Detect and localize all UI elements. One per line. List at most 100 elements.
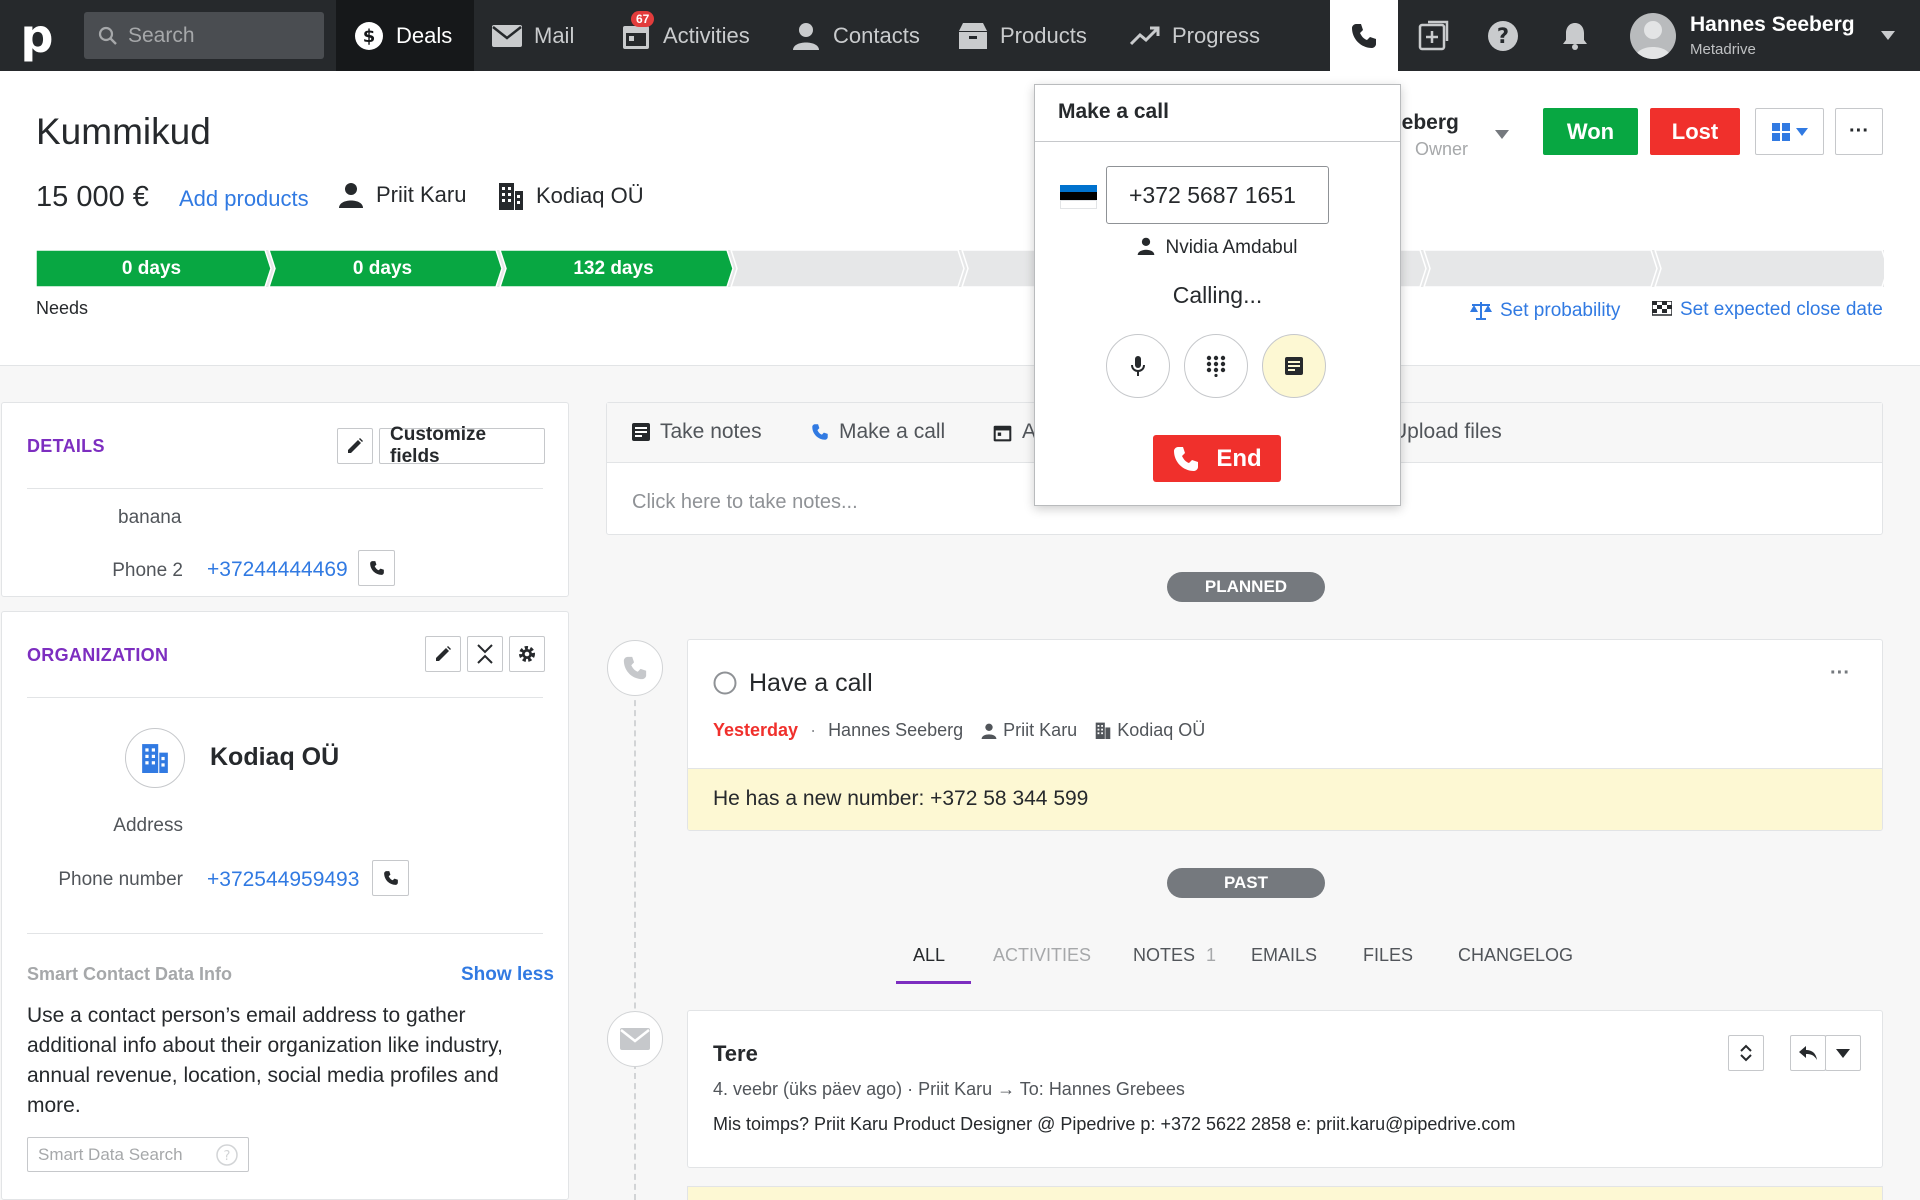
- deal-person[interactable]: Priit Karu: [338, 182, 466, 208]
- tab-upload-files[interactable]: Upload files: [1392, 420, 1502, 444]
- make-call-popup: Make a call +372 5687 1651 Nvidia Amdabu…: [1034, 84, 1401, 506]
- call-phone-number-button[interactable]: [372, 860, 409, 896]
- user-name: Hannes Seeberg: [1690, 13, 1855, 36]
- grid-icon: [1771, 122, 1790, 141]
- view-switch-button[interactable]: [1755, 108, 1824, 155]
- chevron-down-icon: [1795, 127, 1808, 136]
- tab-activity[interactable]: A: [993, 420, 1036, 444]
- tab-take-notes[interactable]: Take notes: [632, 420, 762, 444]
- activity-organization-name: Kodiaq OÜ: [1117, 720, 1206, 740]
- reply-email-button[interactable]: [1790, 1035, 1826, 1071]
- owner-chevron-icon[interactable]: [1495, 130, 1509, 139]
- call-notes-button[interactable]: [1262, 334, 1326, 398]
- history-tab-changelog[interactable]: CHANGELOG: [1458, 945, 1573, 966]
- deal-title[interactable]: Kummikud: [36, 111, 211, 153]
- add-products-link[interactable]: Add products: [179, 186, 309, 212]
- search-input[interactable]: [128, 23, 308, 48]
- expand-icon: [1739, 1043, 1753, 1063]
- microphone-icon: [1130, 355, 1146, 377]
- phone-number-value[interactable]: +372544959493: [207, 868, 359, 892]
- dialpad-button[interactable]: [1184, 334, 1248, 398]
- address-label: Address: [113, 815, 183, 836]
- nav-deals[interactable]: $ Deals: [336, 0, 474, 71]
- help-button[interactable]: ?: [1468, 0, 1538, 71]
- won-button[interactable]: Won: [1543, 108, 1638, 155]
- box-icon: [958, 21, 988, 51]
- activity-more-button[interactable]: ···: [1830, 662, 1850, 685]
- building-icon: [498, 182, 524, 210]
- activity-note-text: He has a new number: +372 58 344 599: [713, 787, 1089, 810]
- phone-icon: [811, 423, 829, 441]
- edit-organization-button[interactable]: [425, 636, 461, 672]
- pipeline-stage-8[interactable]: [1654, 250, 1884, 287]
- more-actions-button[interactable]: ···: [1835, 108, 1883, 155]
- organization-settings-button[interactable]: [509, 636, 545, 672]
- help-icon[interactable]: ?: [216, 1143, 238, 1166]
- nav-contacts[interactable]: Contacts: [773, 0, 920, 71]
- person-icon: [338, 182, 364, 208]
- organization-card: ORGANIZATION Kodiaq OÜ Address Phone num…: [1, 611, 569, 1200]
- timeline-line: [634, 690, 636, 1200]
- trend-icon: [1130, 21, 1160, 51]
- lost-button[interactable]: Lost: [1650, 108, 1740, 155]
- history-tab-activities[interactable]: ACTIVITIES: [993, 945, 1091, 966]
- edit-details-button[interactable]: [337, 428, 373, 464]
- activity-person[interactable]: Priit Karu: [981, 720, 1077, 741]
- deal-organization-name: Kodiaq OÜ: [536, 183, 644, 208]
- end-call-button[interactable]: End: [1153, 435, 1281, 482]
- show-less-link[interactable]: Show less: [461, 964, 554, 986]
- notifications-button[interactable]: [1540, 0, 1610, 71]
- estonia-flag-icon[interactable]: [1060, 185, 1097, 209]
- chevron-down-icon: [1880, 31, 1895, 40]
- organization-divider: [27, 697, 543, 698]
- call-number-field[interactable]: +372 5687 1651: [1106, 166, 1329, 224]
- activity-organization[interactable]: Kodiaq OÜ: [1095, 720, 1205, 741]
- pipedrive-logo[interactable]: p: [0, 0, 74, 71]
- person-icon: [981, 723, 997, 739]
- quick-add-button[interactable]: [1398, 0, 1468, 71]
- customize-fields-button[interactable]: Customize fields: [379, 424, 545, 467]
- unlink-organization-button[interactable]: [467, 636, 503, 672]
- activity-owner[interactable]: Hannes Seeberg: [828, 720, 963, 741]
- smart-data-search-button[interactable]: Smart Data Search ?: [27, 1137, 249, 1172]
- pipeline-stage-7[interactable]: [1423, 250, 1658, 287]
- tab-make-call[interactable]: Make a call: [811, 420, 945, 444]
- email-subject[interactable]: Tere: [713, 1041, 758, 1067]
- person-icon: [1137, 237, 1155, 259]
- activity-title[interactable]: Have a call: [749, 669, 873, 698]
- call-phone2-button[interactable]: [358, 550, 395, 586]
- mute-button[interactable]: [1106, 334, 1170, 398]
- activity-meta: Yesterday · Hannes Seeberg Priit Karu Ko…: [713, 720, 1205, 741]
- phone-icon: [369, 560, 385, 576]
- pipeline-stage-4[interactable]: [730, 250, 965, 287]
- activity-checkbox[interactable]: [713, 671, 737, 695]
- details-field-banana: banana: [118, 507, 182, 528]
- gear-icon: [517, 644, 537, 664]
- set-probability-link[interactable]: Set probability: [1470, 300, 1620, 322]
- history-tab-files[interactable]: FILES: [1363, 945, 1413, 966]
- notes-placeholder[interactable]: Click here to take notes...: [632, 491, 858, 514]
- calendar-icon: 67: [621, 10, 655, 51]
- search-box[interactable]: [84, 12, 324, 59]
- history-tab-emails[interactable]: EMAILS: [1251, 945, 1317, 966]
- history-tab-all[interactable]: ALL: [913, 945, 945, 966]
- hang-up-icon: [1172, 445, 1200, 473]
- help-icon: ?: [1487, 20, 1519, 52]
- phone-button[interactable]: [1330, 0, 1398, 71]
- nav-progress[interactable]: Progress: [1112, 0, 1260, 71]
- nav-mail[interactable]: Mail: [474, 0, 574, 71]
- deal-organization[interactable]: Kodiaq OÜ: [498, 182, 644, 210]
- deal-value[interactable]: 15 000 €: [36, 181, 149, 214]
- phone2-value[interactable]: +37244444469: [207, 558, 348, 582]
- bell-icon: [1561, 21, 1589, 51]
- nav-activities[interactable]: 67 Activities: [603, 0, 750, 71]
- nav-products[interactable]: Products: [940, 0, 1087, 71]
- organization-name[interactable]: Kodiaq OÜ: [210, 743, 339, 772]
- set-close-date-link[interactable]: Set expected close date: [1652, 299, 1883, 321]
- email-card[interactable]: Tere 4. veebr (üks päev ago) · Priit Kar…: [687, 1010, 1883, 1168]
- email-options-button[interactable]: [1825, 1035, 1861, 1071]
- user-menu[interactable]: Hannes Seeberg Metadrive: [1630, 0, 1895, 71]
- expand-email-button[interactable]: [1728, 1035, 1764, 1071]
- history-tab-notes[interactable]: NOTES 1: [1133, 945, 1216, 966]
- current-stage-label: Needs: [36, 298, 89, 318]
